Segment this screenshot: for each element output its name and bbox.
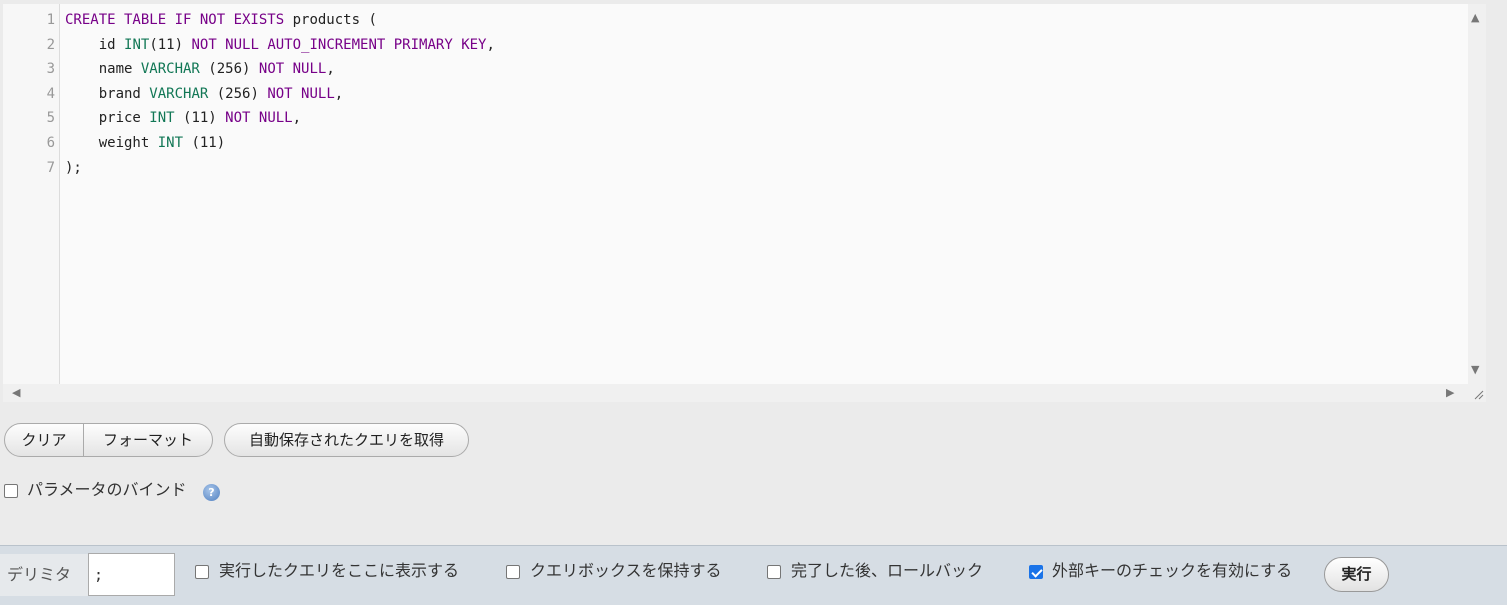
retain-query-box-checkbox[interactable] [506, 565, 520, 579]
code-line[interactable]: ); [65, 156, 1462, 181]
sql-keyword: CREATE TABLE IF NOT EXISTS [65, 12, 285, 28]
foreign-key-checks-label: 外部キーのチェックを有効にする [1052, 561, 1293, 580]
bind-parameters-label: パラメータのバインド [27, 480, 187, 499]
sql-text: (256) [199, 61, 259, 78]
sql-text: , [334, 85, 344, 102]
code-line[interactable]: CREATE TABLE IF NOT EXISTS products ( [65, 8, 1462, 33]
sql-text: weight [65, 134, 158, 151]
line-number: 6 [46, 135, 55, 151]
line-number: 5 [46, 110, 55, 127]
vertical-scrollbar[interactable]: ▲ ▼ [1468, 4, 1486, 384]
sql-keyword: NOT NULL [267, 85, 335, 102]
sql-text: products ( [284, 12, 377, 28]
go-button[interactable]: 実行 [1324, 557, 1389, 592]
sql-type: VARCHAR [149, 85, 209, 102]
format-button[interactable]: フォーマット [83, 423, 213, 457]
sql-text: name [65, 61, 141, 78]
resize-handle-icon[interactable] [1474, 390, 1484, 400]
line-number: 4 [46, 85, 55, 102]
show-query-checkbox[interactable] [195, 565, 209, 579]
get-autosaved-query-button[interactable]: 自動保存されたクエリを取得 [224, 423, 469, 457]
bind-parameters-checkbox[interactable] [4, 484, 18, 498]
sql-text: (11) [174, 110, 226, 127]
foreign-key-checks-checkbox[interactable] [1029, 565, 1043, 579]
sql-text: (256) [208, 85, 268, 102]
sql-text: (11) [149, 36, 192, 53]
query-options-bar: デリミタ 実行したクエリをここに表示する クエリボックスを保持する 完了した後、… [0, 545, 1507, 605]
retain-query-box-label: クエリボックスを保持する [530, 561, 722, 580]
code-line[interactable]: id INT(11) NOT NULL AUTO_INCREMENT PRIMA… [65, 33, 1462, 58]
line-number-gutter: 1 2 3 4 5 6 7 [3, 4, 60, 384]
scroll-up-icon[interactable]: ▲ [1471, 12, 1479, 24]
sql-keyword: NOT NULL AUTO_INCREMENT PRIMARY KEY [191, 36, 487, 53]
sql-type: INT [149, 110, 175, 127]
code-line[interactable]: brand VARCHAR (256) NOT NULL, [65, 82, 1462, 107]
sql-text: id [65, 36, 125, 53]
show-query-label: 実行したクエリをここに表示する [219, 561, 460, 580]
sql-code[interactable]: CREATE TABLE IF NOT EXISTS products ( id… [65, 8, 1462, 180]
sql-editor[interactable]: 1 2 3 4 5 6 7 CREATE TABLE IF NOT EXISTS produ… [3, 4, 1486, 402]
sql-type: INT [157, 134, 184, 151]
clear-button[interactable]: クリア [4, 423, 84, 457]
sql-text: (11) [183, 134, 226, 151]
delimiter-input[interactable] [88, 553, 175, 596]
sql-text: price [65, 110, 150, 127]
line-number: 2 [46, 36, 55, 53]
code-line[interactable]: name VARCHAR (256) NOT NULL, [65, 57, 1462, 82]
horizontal-scrollbar[interactable]: ◀ ▶ [3, 384, 1486, 402]
delimiter-label: デリミタ [0, 554, 88, 596]
sql-text: ); [65, 159, 82, 176]
sql-type: INT [124, 36, 150, 53]
line-number: 3 [46, 61, 55, 78]
code-line[interactable]: weight INT (11) [65, 131, 1462, 156]
sql-type: VARCHAR [140, 61, 200, 78]
scroll-right-icon[interactable]: ▶ [1446, 387, 1454, 399]
sql-text: , [486, 36, 495, 53]
line-number: 1 [46, 12, 55, 28]
help-icon[interactable]: ? [203, 484, 220, 501]
line-number: 7 [46, 159, 55, 176]
sql-text: , [326, 61, 335, 78]
sql-text: brand [65, 85, 150, 102]
rollback-checkbox[interactable] [767, 565, 781, 579]
rollback-label: 完了した後、ロールバック [791, 561, 984, 580]
scroll-left-icon[interactable]: ◀ [12, 387, 20, 399]
sql-text: , [292, 110, 302, 127]
scroll-down-icon[interactable]: ▼ [1471, 364, 1479, 376]
code-line[interactable]: price INT (11) NOT NULL, [65, 106, 1462, 131]
sql-keyword: NOT NULL [225, 110, 293, 127]
sql-keyword: NOT NULL [258, 61, 327, 78]
